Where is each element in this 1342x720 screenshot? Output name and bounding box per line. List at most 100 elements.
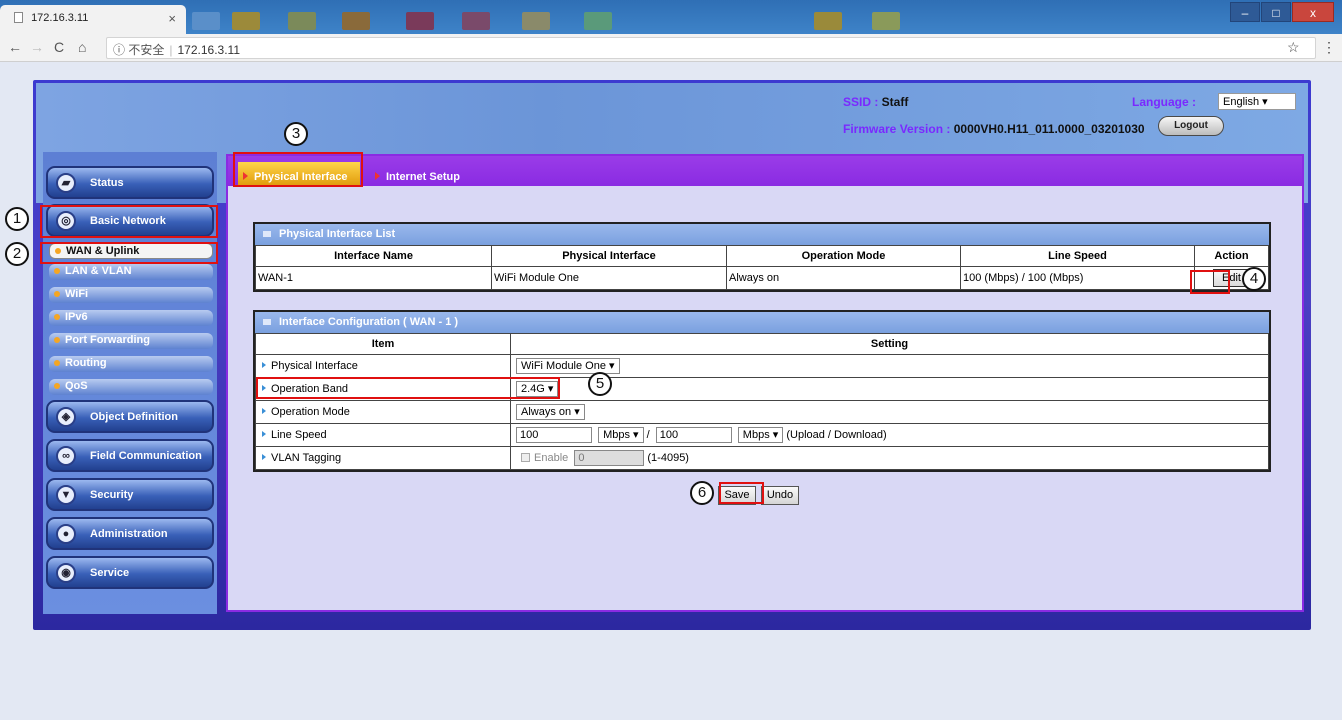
interface-list-panel: Physical Interface List Interface Name P… bbox=[253, 222, 1271, 292]
firmware-value: 0000VH0.H11_011.0000_03201030 bbox=[953, 122, 1145, 136]
sub-ipv6[interactable]: IPv6 bbox=[49, 310, 213, 326]
interface-config-table: Item Setting Physical Interface WiFi Mod… bbox=[255, 333, 1269, 470]
ssid-value: Staff bbox=[881, 95, 909, 109]
desktop-app-icon bbox=[872, 12, 900, 30]
security-label: 不安全 bbox=[128, 43, 165, 57]
reload-icon[interactable]: C bbox=[54, 39, 64, 55]
object-icon: ◈ bbox=[56, 407, 76, 427]
menu-administration[interactable]: ● Administration bbox=[46, 517, 214, 550]
upload-speed-input[interactable]: 100 bbox=[516, 427, 592, 443]
sub-lan-vlan-label: LAN & VLAN bbox=[65, 265, 132, 277]
menu-field-communication[interactable]: ∞ Field Communication bbox=[46, 439, 214, 472]
desktop-app-icon bbox=[584, 12, 612, 30]
operation-mode-label: Operation Mode bbox=[271, 406, 350, 418]
menu-security[interactable]: ▼ Security bbox=[46, 478, 214, 511]
interface-list-table: Interface Name Physical Interface Operat… bbox=[255, 245, 1269, 290]
interface-config-header: Interface Configuration ( WAN - 1 ) bbox=[255, 312, 1269, 333]
annotation-box-basic-network bbox=[40, 205, 218, 238]
desktop-app-icon bbox=[192, 12, 220, 30]
url-separator: | bbox=[169, 43, 173, 57]
setting-cell: WiFi Module One ▾ bbox=[510, 354, 1269, 378]
col-physical-interface: Physical Interface bbox=[491, 245, 727, 267]
col-interface-name: Interface Name bbox=[255, 245, 492, 267]
home-icon[interactable]: ⌂ bbox=[78, 39, 86, 55]
table-row: WAN-1 WiFi Module One Always on 100 (Mbp… bbox=[255, 266, 1269, 290]
vlan-enable-label: Enable bbox=[534, 452, 569, 464]
minimize-icon[interactable]: – bbox=[1230, 2, 1260, 22]
bullet-icon bbox=[54, 360, 60, 366]
shield-icon: ▼ bbox=[56, 485, 76, 505]
language-label: Language : bbox=[1132, 95, 1197, 109]
table-row: VLAN Tagging Enable 0 (1-4095) bbox=[255, 446, 1269, 470]
panel-icon bbox=[263, 319, 271, 325]
setting-cell: Enable 0 (1-4095) bbox=[510, 446, 1269, 470]
cell-line-speed: 100 (Mbps) / 100 (Mbps) bbox=[960, 266, 1195, 290]
interface-config-title: Interface Configuration ( WAN - 1 ) bbox=[279, 316, 459, 328]
callout-2: 2 bbox=[5, 242, 29, 266]
upload-unit-select[interactable]: Mbps ▾ bbox=[598, 427, 644, 443]
user-icon: ● bbox=[56, 524, 76, 544]
browser-tab-bar: 172.16.3.11 × – □ x bbox=[0, 0, 1342, 34]
firmware-label: Firmware Version : bbox=[843, 122, 954, 136]
vlan-range: (1-4095) bbox=[647, 452, 689, 464]
annotation-box-edit bbox=[1190, 270, 1230, 294]
col-setting: Setting bbox=[510, 333, 1269, 355]
callout-6: 6 bbox=[690, 481, 714, 505]
browser-tab[interactable]: 172.16.3.11 × bbox=[0, 5, 186, 34]
row-physical-interface: Physical Interface bbox=[255, 354, 511, 378]
tab-close-icon[interactable]: × bbox=[168, 11, 176, 26]
info-icon[interactable]: ⓘ bbox=[113, 43, 125, 57]
callout-1: 1 bbox=[5, 207, 29, 231]
back-icon[interactable]: ← bbox=[8, 39, 22, 55]
address-bar: ← → C ⌂ ⓘ 不安全 | 172.16.3.11 ☆ ⋮ bbox=[0, 34, 1342, 62]
browser-tab-title: 172.16.3.11 bbox=[31, 12, 89, 24]
col-item: Item bbox=[255, 333, 511, 355]
download-unit-select[interactable]: Mbps ▾ bbox=[737, 427, 784, 443]
sub-routing-label: Routing bbox=[65, 357, 107, 369]
tab-strip: Physical Interface Internet Setup bbox=[228, 156, 1302, 186]
sub-routing[interactable]: Routing bbox=[49, 356, 213, 372]
sub-wifi[interactable]: WiFi bbox=[49, 287, 213, 303]
col-operation-mode: Operation Mode bbox=[726, 245, 961, 267]
sub-port-forwarding[interactable]: Port Forwarding bbox=[49, 333, 213, 349]
window-close-icon[interactable]: x bbox=[1292, 2, 1334, 22]
interface-list-header: Physical Interface List bbox=[255, 224, 1269, 245]
arrow-icon bbox=[262, 454, 266, 460]
desktop-app-icon bbox=[232, 12, 260, 30]
col-action: Action bbox=[1194, 245, 1269, 267]
desktop-app-icon bbox=[814, 12, 842, 30]
window-controls: – □ x bbox=[1230, 2, 1334, 24]
menu-service[interactable]: ◉ Service bbox=[46, 556, 214, 589]
sub-qos[interactable]: QoS bbox=[49, 379, 213, 395]
ssid-label: SSID : bbox=[843, 95, 882, 109]
url-input[interactable]: ⓘ 不安全 | 172.16.3.11 bbox=[106, 37, 1316, 59]
menu-object-definition[interactable]: ◈ Object Definition bbox=[46, 400, 214, 433]
bookmark-star-icon[interactable]: ☆ bbox=[1287, 39, 1300, 56]
maximize-icon[interactable]: □ bbox=[1261, 2, 1291, 22]
chart-icon: ▰ bbox=[56, 173, 76, 193]
operation-mode-select[interactable]: Always on ▾ bbox=[516, 404, 585, 420]
vlan-id-input[interactable]: 0 bbox=[574, 450, 645, 466]
callout-4: 4 bbox=[1242, 267, 1266, 291]
tab-internet-setup[interactable]: Internet Setup bbox=[370, 162, 466, 186]
physical-interface-select[interactable]: WiFi Module One ▾ bbox=[516, 358, 620, 374]
triangle-icon bbox=[375, 172, 380, 180]
physical-interface-label: Physical Interface bbox=[271, 360, 358, 372]
target-icon: ◉ bbox=[56, 563, 76, 583]
browser-menu-icon[interactable]: ⋮ bbox=[1322, 39, 1336, 56]
download-speed-input[interactable]: 100 bbox=[655, 427, 732, 443]
url-text: 172.16.3.11 bbox=[177, 43, 241, 57]
desktop-app-icon bbox=[406, 12, 434, 30]
language-select[interactable]: English ▾ bbox=[1218, 93, 1296, 110]
arrow-icon bbox=[262, 362, 266, 368]
sub-lan-vlan[interactable]: LAN & VLAN bbox=[49, 264, 213, 280]
undo-button[interactable]: Undo bbox=[761, 486, 799, 505]
logout-button[interactable]: Logout bbox=[1158, 116, 1224, 136]
callout-5: 5 bbox=[588, 372, 612, 396]
desktop-app-icon bbox=[342, 12, 370, 30]
menu-status[interactable]: ▰ Status bbox=[46, 166, 214, 199]
forward-icon[interactable]: → bbox=[30, 39, 44, 55]
bullet-icon bbox=[54, 383, 60, 389]
menu-field-communication-label: Field Communication bbox=[90, 450, 202, 462]
vlan-enable-checkbox[interactable] bbox=[521, 453, 530, 462]
